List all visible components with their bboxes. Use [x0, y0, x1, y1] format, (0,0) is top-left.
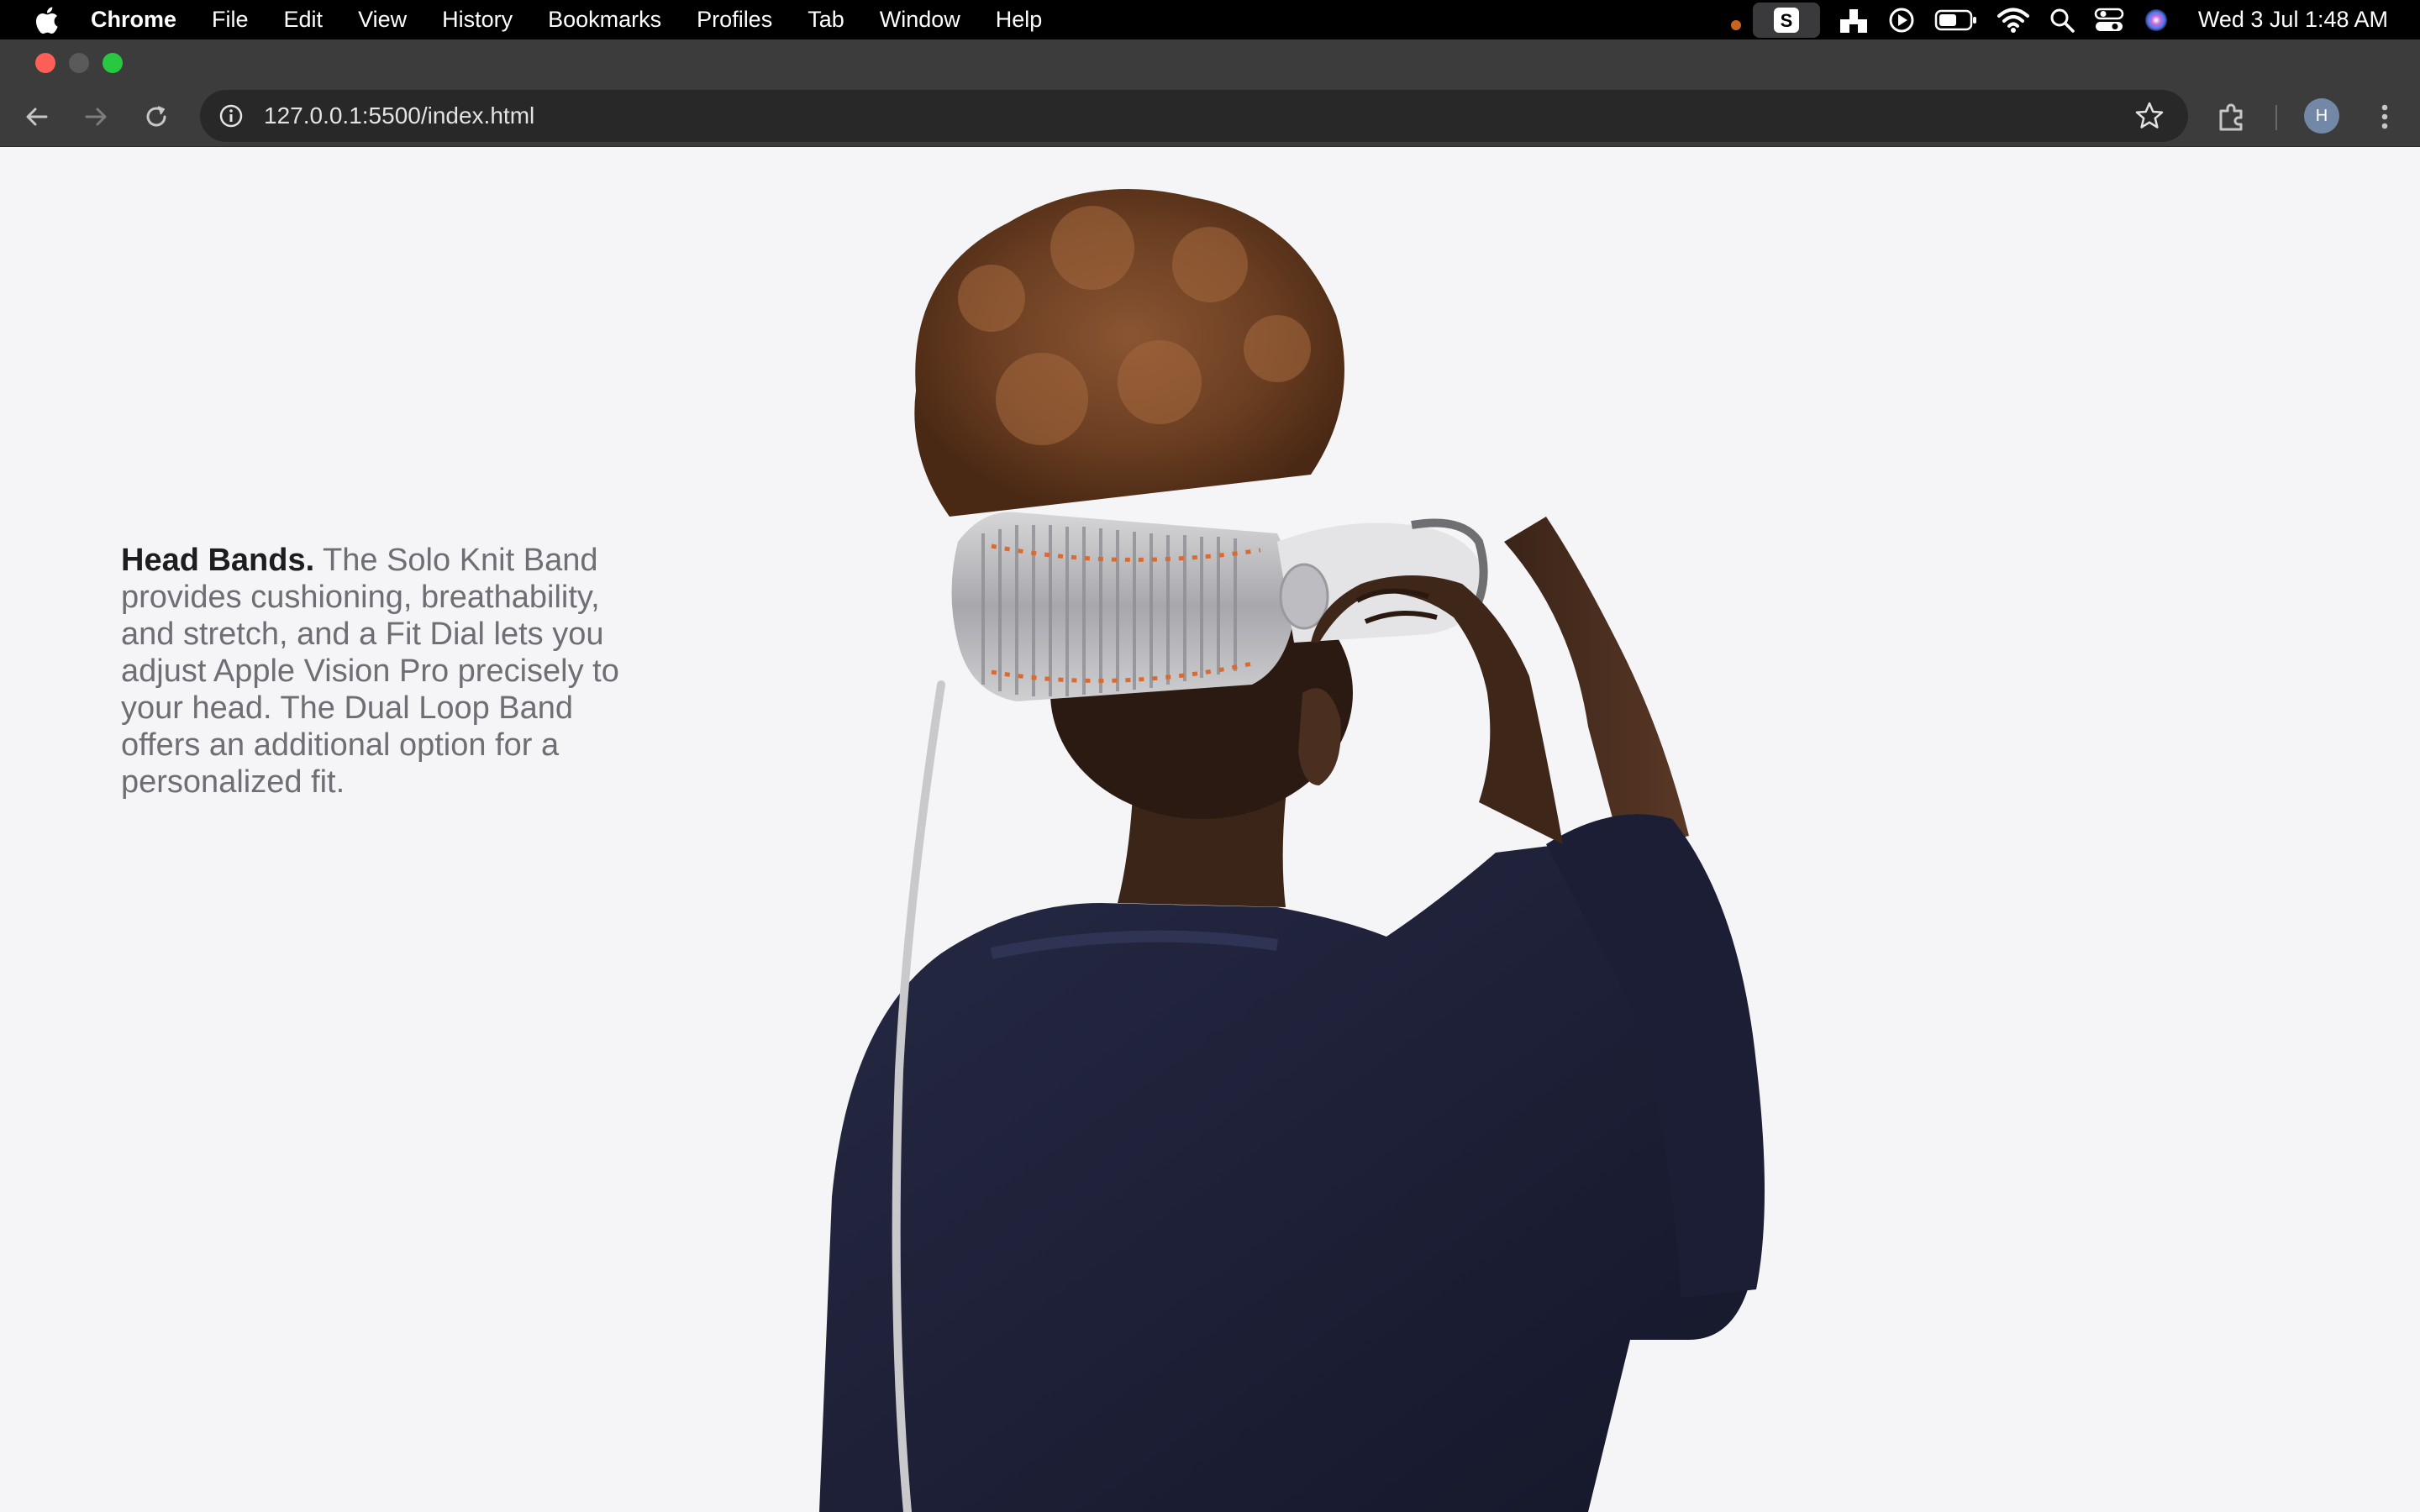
record-dot-icon	[1730, 0, 1741, 39]
menu-bar-clock[interactable]: Wed 3 Jul 1:48 AM	[2198, 7, 2388, 33]
menu-bookmarks[interactable]: Bookmarks	[548, 7, 661, 33]
site-info-icon[interactable]	[215, 100, 247, 132]
extensions-puzzle-icon[interactable]	[2215, 100, 2249, 134]
menu-file[interactable]: File	[212, 7, 249, 33]
toolbar-divider	[2275, 105, 2277, 130]
window-minimize-button[interactable]	[69, 53, 89, 73]
more-menu-icon[interactable]	[2368, 100, 2402, 134]
head-bands-heading: Head Bands.	[121, 543, 315, 578]
play-icon[interactable]	[1887, 0, 1916, 39]
forward-button[interactable]	[77, 98, 114, 135]
menu-help[interactable]: Help	[996, 7, 1043, 33]
dock-icon[interactable]	[1839, 0, 1869, 39]
svg-text:S: S	[1781, 10, 1793, 31]
macos-menu-bar: Chrome File Edit View History Bookmarks …	[0, 0, 2420, 39]
apple-logo-icon[interactable]	[34, 6, 59, 34]
reload-button[interactable]	[138, 98, 175, 135]
url-text[interactable]: 127.0.0.1:5500/index.html	[264, 102, 534, 129]
browser-title-bar	[0, 39, 2420, 87]
battery-icon[interactable]	[1934, 0, 1978, 39]
menu-history[interactable]: History	[442, 7, 513, 33]
menu-tab[interactable]: Tab	[808, 7, 844, 33]
siri-icon[interactable]	[2143, 0, 2170, 39]
address-bar[interactable]: 127.0.0.1:5500/index.html	[200, 90, 2188, 142]
menu-window[interactable]: Window	[880, 7, 960, 33]
menu-app-chrome[interactable]: Chrome	[91, 7, 176, 33]
page-viewport: Head Bands. The Solo Knit Band provides …	[0, 147, 2420, 1512]
back-button[interactable]	[18, 98, 55, 135]
wifi-icon[interactable]	[1996, 0, 2030, 39]
s-app-icon[interactable]: S	[1752, 2, 1820, 38]
arrow-left-icon	[26, 108, 48, 126]
vision-pro-headband-hero-image	[819, 189, 1765, 1512]
menu-bar-status-area: S Wed 3 Jul 1:48 AM	[1712, 0, 2388, 39]
menu-edit[interactable]: Edit	[284, 7, 324, 33]
menu-view[interactable]: View	[358, 7, 407, 33]
menu-profiles[interactable]: Profiles	[697, 7, 772, 33]
spotlight-search-icon[interactable]	[2049, 0, 2075, 39]
bookmark-star-icon[interactable]	[2134, 101, 2165, 131]
window-zoom-button[interactable]	[103, 53, 123, 73]
window-close-button[interactable]	[35, 53, 55, 73]
browser-toolbar: 127.0.0.1:5500/index.html H	[0, 87, 2420, 147]
reload-icon	[146, 106, 166, 127]
head-bands-description: Head Bands. The Solo Knit Band provides …	[121, 542, 625, 801]
profile-avatar[interactable]: H	[2304, 98, 2339, 134]
arrow-right-icon	[85, 108, 107, 126]
head-bands-body: The Solo Knit Band provides cushioning, …	[121, 543, 619, 800]
control-center-icon[interactable]	[2094, 0, 2124, 39]
